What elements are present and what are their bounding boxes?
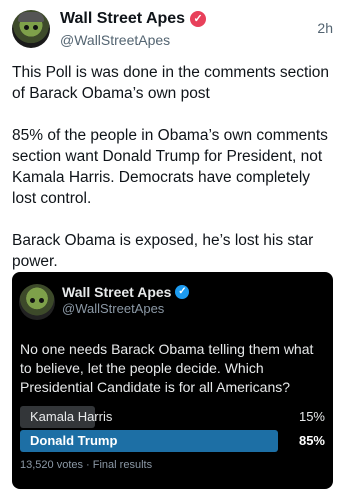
poll-option-percent: 85% xyxy=(298,433,325,448)
avatar-eye xyxy=(30,298,35,303)
quoted-tweet-card[interactable]: Wall Street Apes ✓ @WallStreetApes No on… xyxy=(12,272,333,489)
quoted-author-display-name[interactable]: Wall Street Apes xyxy=(62,284,171,300)
poll-option-label: Donald Trump xyxy=(30,433,118,448)
avatar-hat-shape xyxy=(18,12,44,22)
quoted-author-handle[interactable]: @WallStreetApes xyxy=(62,301,164,316)
quoted-avatar[interactable] xyxy=(19,284,55,320)
poll-option-kamala-harris: Kamala Harris 15% xyxy=(20,406,325,428)
tweet-body: This Poll is was done in the comments se… xyxy=(12,62,334,293)
author-handle[interactable]: @WallStreetApes xyxy=(60,32,170,48)
author-display-name[interactable]: Wall Street Apes xyxy=(60,10,185,28)
poll-option-label: Kamala Harris xyxy=(30,409,113,424)
avatar-eye xyxy=(33,25,38,30)
avatar[interactable] xyxy=(12,10,50,48)
quoted-author-name-row: Wall Street Apes ✓ xyxy=(62,284,190,300)
quoted-tweet-text: No one needs Barack Obama telling them w… xyxy=(20,341,314,395)
poll-results-meta: 13,520 votes · Final results xyxy=(20,459,153,471)
poll-option-donald-trump: Donald Trump 85% xyxy=(20,430,325,452)
verified-badge-icon: ✓ xyxy=(175,285,190,299)
tweet-header: Wall Street Apes ✓ @WallStreetApes 2h xyxy=(12,10,333,50)
tweet-timestamp[interactable]: 2h xyxy=(317,20,333,36)
tweet-paragraph: This Poll is was done in the comments se… xyxy=(12,64,330,102)
avatar-eye xyxy=(39,298,44,303)
verified-badge-icon: ✓ xyxy=(190,11,207,27)
poll-option-percent: 15% xyxy=(298,409,325,424)
author-name-row: Wall Street Apes ✓ xyxy=(60,10,207,28)
avatar-eye xyxy=(24,25,29,30)
tweet-paragraph: 85% of the people in Obama’s own comment… xyxy=(12,127,328,207)
tweet-paragraph: Barack Obama is exposed, he’s lost his s… xyxy=(12,232,314,270)
